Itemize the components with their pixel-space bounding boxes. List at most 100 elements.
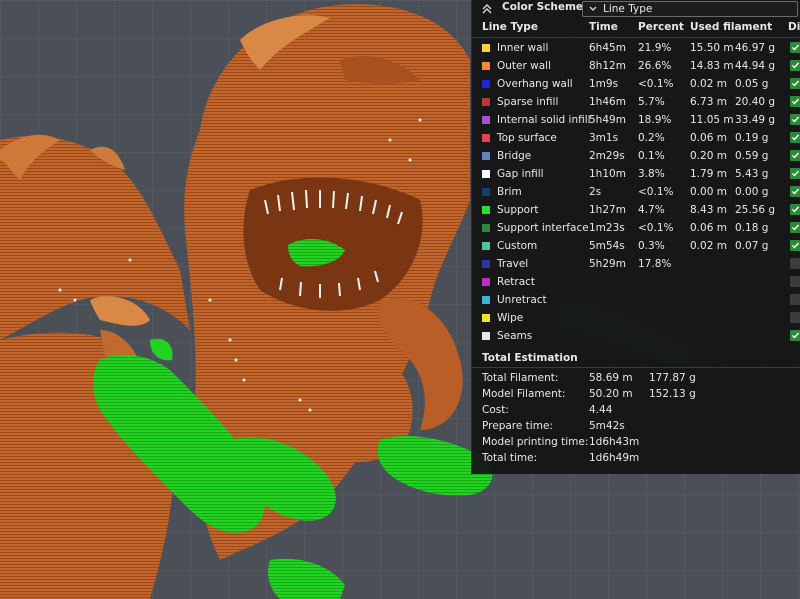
row-line-type: Sparse infill <box>497 96 559 108</box>
legend-row[interactable]: Top surface 3m1s 0.2% 0.06 m 0.19 g <box>472 130 800 148</box>
row-used-weight: 0.19 g <box>735 132 769 144</box>
row-time: 6h45m <box>589 42 626 54</box>
legend-row[interactable]: Brim 2s <0.1% 0.00 m 0.00 g <box>472 184 800 202</box>
display-checkbox[interactable] <box>790 312 800 323</box>
legend-row[interactable]: Gap infill 1h10m 3.8% 1.79 m 5.43 g <box>472 166 800 184</box>
display-checkbox[interactable] <box>790 204 800 215</box>
total-value-primary: 50.20 m <box>589 388 633 400</box>
legend-row[interactable]: Support interface 1m23s <0.1% 0.06 m 0.18 g <box>472 220 800 238</box>
row-line-type: Seams <box>497 330 533 342</box>
color-swatch <box>482 314 490 322</box>
row-time: 5h29m <box>589 258 626 270</box>
checkmark-icon <box>792 224 800 231</box>
display-checkbox[interactable] <box>790 60 800 71</box>
collapse-chevron-up-icon[interactable] <box>480 1 494 15</box>
checkmark-icon <box>792 242 800 249</box>
checkmark-icon <box>792 98 800 105</box>
row-used-length: 0.02 m <box>690 240 727 252</box>
total-row: Prepare time: 5m42s <box>472 419 800 435</box>
display-checkbox[interactable] <box>790 78 800 89</box>
total-value-primary: 4.44 <box>589 404 613 416</box>
row-line-type: Outer wall <box>497 60 552 72</box>
total-row: Cost: 4.44 <box>472 403 800 419</box>
display-checkbox[interactable] <box>790 42 800 53</box>
row-time: 5m54s <box>589 240 625 252</box>
row-used-weight: 20.40 g <box>735 96 776 108</box>
row-used-weight: 25.56 g <box>735 204 776 216</box>
legend-row[interactable]: Support 1h27m 4.7% 8.43 m 25.56 g <box>472 202 800 220</box>
total-value-primary: 1d6h43m <box>589 436 640 448</box>
total-divider <box>472 367 800 368</box>
row-percent: 21.9% <box>638 42 672 54</box>
display-checkbox[interactable] <box>790 114 800 125</box>
display-checkbox[interactable] <box>790 132 800 143</box>
color-swatch <box>482 188 490 196</box>
row-line-type: Travel <box>497 258 529 270</box>
row-used-weight: 0.18 g <box>735 222 769 234</box>
color-swatch <box>482 152 490 160</box>
total-label: Cost: <box>482 404 509 416</box>
total-value-primary: 5m42s <box>589 420 625 432</box>
header-divider <box>472 37 800 38</box>
total-row: Model Filament: 50.20 m 152.13 g <box>472 387 800 403</box>
legend-row[interactable]: Retract <box>472 274 800 292</box>
row-line-type: Unretract <box>497 294 547 306</box>
legend-row[interactable]: Inner wall 6h45m 21.9% 15.50 m 46.97 g <box>472 40 800 58</box>
display-checkbox[interactable] <box>790 96 800 107</box>
total-label: Prepare time: <box>482 420 553 432</box>
legend-row[interactable]: Sparse infill 1h46m 5.7% 6.73 m 20.40 g <box>472 94 800 112</box>
color-swatch <box>482 206 490 214</box>
legend-row[interactable]: Internal solid infill 5h49m 18.9% 11.05 m 33… <box>472 112 800 130</box>
row-time: 1h46m <box>589 96 626 108</box>
row-used-length: 0.02 m <box>690 78 727 90</box>
chevron-down-icon <box>589 6 597 11</box>
row-time: 2m29s <box>589 150 625 162</box>
row-line-type: Retract <box>497 276 536 288</box>
color-swatch <box>482 98 490 106</box>
total-value-secondary: 177.87 g <box>649 372 696 384</box>
row-percent: 5.7% <box>638 96 665 108</box>
row-used-length: 0.06 m <box>690 132 727 144</box>
row-percent: 26.6% <box>638 60 672 72</box>
row-line-type: Overhang wall <box>497 78 573 90</box>
display-checkbox[interactable] <box>790 330 800 341</box>
row-time: 1m23s <box>589 222 625 234</box>
color-scheme-select[interactable]: Line Type <box>582 1 798 17</box>
checkmark-icon <box>792 152 800 159</box>
legend-row[interactable]: Outer wall 8h12m 26.6% 14.83 m 44.94 g <box>472 58 800 76</box>
legend-row[interactable]: Bridge 2m29s 0.1% 0.20 m 0.59 g <box>472 148 800 166</box>
row-used-weight: 33.49 g <box>735 114 776 126</box>
display-checkbox[interactable] <box>790 258 800 269</box>
color-swatch <box>482 80 490 88</box>
display-checkbox[interactable] <box>790 186 800 197</box>
display-checkbox[interactable] <box>790 240 800 251</box>
row-used-length: 0.00 m <box>690 186 727 198</box>
legend-row[interactable]: Travel 5h29m 17.8% <box>472 256 800 274</box>
checkmark-icon <box>792 170 800 177</box>
legend-row[interactable]: Overhang wall 1m9s <0.1% 0.02 m 0.05 g <box>472 76 800 94</box>
row-line-type: Wipe <box>497 312 524 324</box>
legend-row[interactable]: Custom 5m54s 0.3% 0.02 m 0.07 g <box>472 238 800 256</box>
checkmark-icon <box>792 44 800 51</box>
color-scheme-label: Color Scheme <box>502 1 584 13</box>
row-time: 1m9s <box>589 78 619 90</box>
total-value-primary: 1d6h49m <box>589 452 640 464</box>
display-checkbox[interactable] <box>790 222 800 233</box>
row-used-length: 14.83 m <box>690 60 734 72</box>
display-checkbox[interactable] <box>790 168 800 179</box>
legend-row[interactable]: Wipe <box>472 310 800 328</box>
row-percent: 0.1% <box>638 150 665 162</box>
row-percent: 18.9% <box>638 114 672 126</box>
legend-row[interactable]: Seams <box>472 328 800 346</box>
row-time: 2s <box>589 186 602 198</box>
display-checkbox[interactable] <box>790 294 800 305</box>
legend-row[interactable]: Unretract <box>472 292 800 310</box>
row-percent: 0.3% <box>638 240 665 252</box>
header-time: Time <box>589 21 618 33</box>
display-checkbox[interactable] <box>790 150 800 161</box>
total-label: Model printing time: <box>482 436 589 448</box>
row-used-length: 1.79 m <box>690 168 727 180</box>
header-display: Dis <box>788 21 800 33</box>
display-checkbox[interactable] <box>790 276 800 287</box>
total-label: Total Filament: <box>482 372 559 384</box>
